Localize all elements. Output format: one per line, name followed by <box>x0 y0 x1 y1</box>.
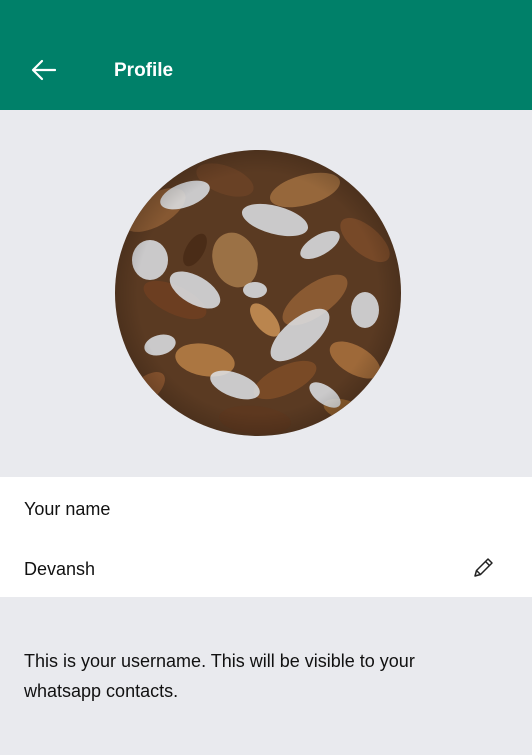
edit-name-button[interactable] <box>470 555 496 581</box>
arrow-left-icon <box>26 52 70 88</box>
name-label: Your name <box>24 499 111 519</box>
page-title: Profile <box>114 60 174 81</box>
pencil-icon <box>470 555 496 581</box>
profile-photo-section <box>0 110 532 477</box>
username-info-text: This is your username. This will be visi… <box>24 651 415 701</box>
avatar[interactable] <box>115 150 401 436</box>
name-value: Devansh <box>24 559 96 579</box>
name-card: Your name Devansh <box>0 477 532 597</box>
back-button[interactable] <box>26 52 70 88</box>
app-header: Profile <box>0 0 532 110</box>
